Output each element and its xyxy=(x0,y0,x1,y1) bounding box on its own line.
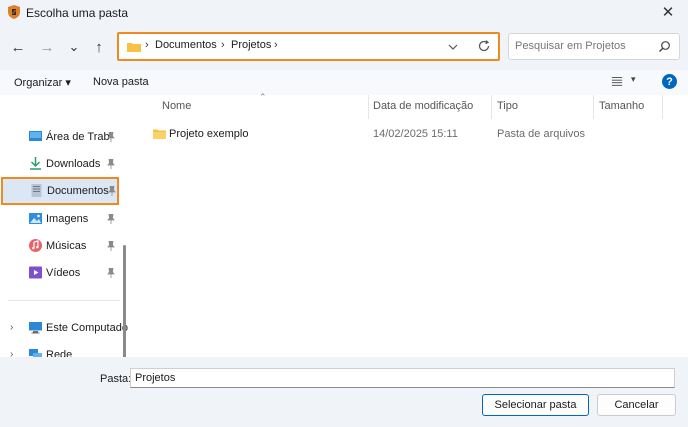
chevron-right-icon[interactable]: › xyxy=(10,349,13,357)
sidebar-item-area-de-trabalho[interactable]: Área de Trab xyxy=(0,124,122,150)
app-shield-icon xyxy=(8,5,20,19)
sidebar-item-label: Documentos xyxy=(47,185,109,197)
chevron-down-icon[interactable] xyxy=(446,40,460,54)
pin-icon xyxy=(107,132,115,142)
list-view-icon xyxy=(611,77,623,86)
search-icon[interactable] xyxy=(658,40,671,53)
folder-icon xyxy=(127,43,141,52)
sidebar-item-label: Músicas xyxy=(46,240,87,252)
cancel-button[interactable]: Cancelar xyxy=(597,394,676,416)
up-button[interactable]: ↑ xyxy=(89,37,109,57)
sort-ascending-icon: ⌃ xyxy=(259,92,267,102)
column-header-type[interactable]: Tipo xyxy=(497,100,518,112)
row-date: 14/02/2025 15:11 xyxy=(373,128,458,140)
sidebar-item-videos[interactable]: Vídeos xyxy=(0,260,122,286)
navigation-bar: ← → ⌄ ↑ › Documentos › Projetos › Pesqui… xyxy=(0,24,688,70)
window-title: Escolha uma pasta xyxy=(26,6,129,20)
breadcrumb-projetos[interactable]: Projetos xyxy=(231,39,271,51)
sidebar-item-este-computador[interactable]: › Este Computado xyxy=(0,315,128,341)
documents-icon xyxy=(31,184,42,197)
desktop-icon xyxy=(29,131,42,141)
computer-icon xyxy=(29,322,42,334)
music-icon xyxy=(29,239,42,252)
file-list: ⌃ Nome Data de modificação Tipo Tamanho … xyxy=(133,92,688,357)
sidebar-item-label: Downloads xyxy=(46,158,101,170)
close-button[interactable]: ✕ xyxy=(648,0,688,24)
command-bar: Organizar ▾ Nova pasta ▾ ? xyxy=(0,70,688,95)
forward-button[interactable]: → xyxy=(37,37,57,57)
arrow-up-icon: ↑ xyxy=(95,38,103,56)
network-icon xyxy=(29,349,42,357)
search-placeholder: Pesquisar em Projetos xyxy=(515,40,626,52)
view-options-button[interactable]: ▾ xyxy=(611,74,639,89)
pin-icon xyxy=(107,159,115,169)
sidebar-item-rede[interactable]: › Rede xyxy=(0,342,122,357)
pin-icon xyxy=(107,268,115,278)
pictures-icon xyxy=(29,213,42,224)
organize-menu[interactable]: Organizar ▾ xyxy=(14,76,71,89)
column-header-date[interactable]: Data de modificação xyxy=(373,100,473,112)
address-bar[interactable]: › Documentos › Projetos › xyxy=(117,32,500,61)
sidebar-item-musicas[interactable]: Músicas xyxy=(0,233,122,259)
sidebar-item-imagens[interactable]: Imagens xyxy=(0,206,122,232)
select-folder-button[interactable]: Selecionar pasta xyxy=(482,394,589,416)
column-header-name[interactable]: Nome xyxy=(162,100,191,112)
column-divider[interactable] xyxy=(662,95,663,119)
pin-icon xyxy=(108,186,116,196)
pin-icon xyxy=(107,214,115,224)
search-box[interactable]: Pesquisar em Projetos xyxy=(508,33,680,60)
chevron-right-icon[interactable]: › xyxy=(10,322,13,333)
caret-down-icon: ▾ xyxy=(631,74,636,84)
download-icon xyxy=(30,157,41,170)
help-icon[interactable]: ? xyxy=(662,74,677,89)
arrow-right-icon: → xyxy=(39,38,55,56)
column-header-size[interactable]: Tamanho xyxy=(599,100,644,112)
row-name: Projeto exemplo xyxy=(169,128,249,140)
breadcrumb-separator: › xyxy=(145,39,149,51)
folder-name-input[interactable]: Projetos xyxy=(130,368,675,388)
sidebar-item-downloads[interactable]: Downloads xyxy=(0,151,122,177)
back-button[interactable]: ← xyxy=(8,37,28,57)
sidebar-item-label: Rede xyxy=(46,349,73,357)
chevron-down-icon: ⌄ xyxy=(68,39,80,54)
breadcrumb-separator: › xyxy=(221,39,225,51)
sidebar-item-label: Vídeos xyxy=(46,267,81,279)
sidebar-divider xyxy=(8,300,120,301)
sidebar-scrollbar[interactable] xyxy=(123,245,126,357)
sidebar-item-documentos[interactable]: Documentos xyxy=(1,177,119,205)
column-divider[interactable] xyxy=(368,95,369,119)
column-divider[interactable] xyxy=(593,95,594,119)
folder-icon xyxy=(153,129,166,139)
folder-label: Pasta: xyxy=(100,373,132,385)
row-type: Pasta de arquivos xyxy=(497,128,586,140)
pin-icon xyxy=(107,241,115,251)
sidebar-item-label: Este Computado xyxy=(46,322,128,334)
videos-icon xyxy=(29,266,42,279)
arrow-left-icon: ← xyxy=(10,38,26,56)
refresh-icon[interactable] xyxy=(477,39,491,53)
breadcrumb-documentos[interactable]: Documentos xyxy=(155,39,217,51)
dialog-footer: Pasta: Projetos Selecionar pasta Cancela… xyxy=(0,357,688,427)
column-divider[interactable] xyxy=(491,95,492,119)
close-icon: ✕ xyxy=(661,4,675,21)
breadcrumb-separator: › xyxy=(274,39,278,51)
new-folder-button[interactable]: Nova pasta xyxy=(93,76,149,88)
title-bar: Escolha uma pasta ✕ xyxy=(0,0,688,24)
navigation-pane: Área de Trab Downloads Documentos Imagen… xyxy=(0,95,128,357)
sidebar-item-label: Área de Trab xyxy=(46,131,110,143)
sidebar-item-label: Imagens xyxy=(46,213,89,225)
recent-locations-button[interactable]: ⌄ xyxy=(64,37,84,57)
